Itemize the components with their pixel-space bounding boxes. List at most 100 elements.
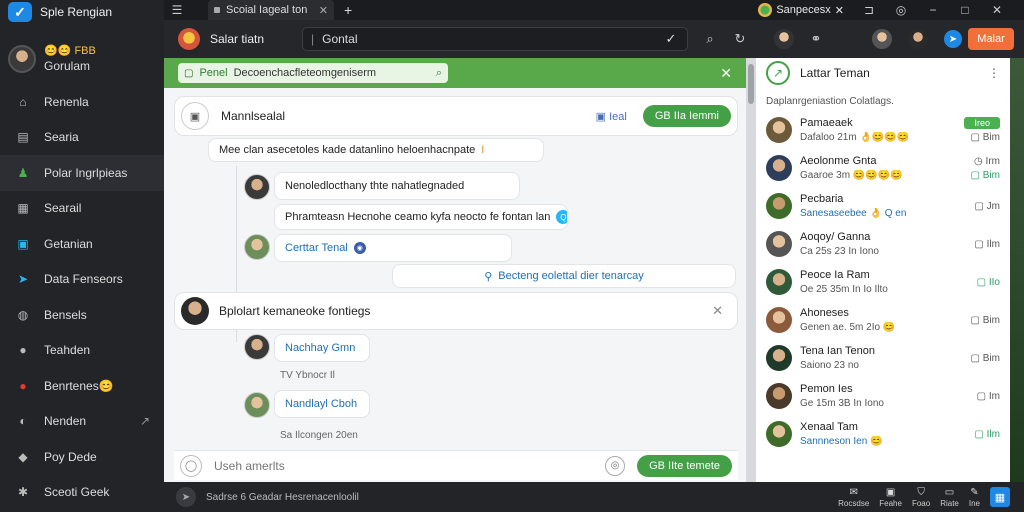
status-item[interactable]: ▣ Feahe bbox=[879, 487, 902, 508]
message-bubble[interactable]: Phramteasn Hecnohe ceamo kyfa neocto fe … bbox=[274, 204, 568, 230]
app-title: Sple Rengian bbox=[40, 5, 113, 19]
avatar[interactable] bbox=[766, 231, 792, 257]
message-bubble[interactable]: Mee clan asecetoles kade datanlino heloe… bbox=[208, 138, 544, 162]
search-icon[interactable]: ⌕ bbox=[702, 31, 718, 47]
avatar[interactable] bbox=[766, 421, 792, 447]
message-bubble[interactable]: Certtar Tenal ◉ bbox=[274, 234, 512, 262]
sidebar-item-nenden[interactable]: ◐ Nenden ↗ bbox=[0, 404, 164, 440]
search-input[interactable] bbox=[322, 32, 655, 46]
sidebar-item-benrtenes[interactable]: ● Benrtenes😊 bbox=[0, 368, 164, 404]
sidebar-item-searia[interactable]: ▤ Searia bbox=[0, 120, 164, 156]
status-item[interactable]: ✎ Ine bbox=[969, 487, 980, 508]
avatar[interactable] bbox=[244, 392, 270, 418]
list-item[interactable]: Aoqoy/ Ganna Ca 25s 23 In Iono ▢ Ilm bbox=[756, 225, 1010, 263]
avatar[interactable] bbox=[244, 234, 270, 260]
sidebar-item-sceoti-geek[interactable]: ✱ Sceoti Geek bbox=[0, 475, 164, 511]
github-icon[interactable]: ◎ bbox=[894, 3, 908, 17]
new-tab-icon[interactable]: + bbox=[344, 2, 352, 18]
list-item[interactable]: Aeolonme Gnta Gaaroe 3m 😊😊😊😊 ◷ Irm ▢ Bim bbox=[756, 149, 1010, 187]
list-item[interactable]: Pamaeaek Dafaloo 21m 👌😊😊😊 Ireo ▢ Bim bbox=[756, 111, 1010, 149]
user-avatar[interactable] bbox=[774, 29, 794, 49]
check-icon[interactable]: ✓ bbox=[663, 31, 679, 47]
list-item[interactable]: Pemon Ies Ge 15m 3B In Iono ▢ Im bbox=[756, 377, 1010, 415]
sidebar-toggle-icon[interactable]: ⊐ bbox=[862, 3, 876, 17]
close-window-icon[interactable]: ✕ bbox=[990, 3, 1004, 17]
maximize-icon[interactable]: □ bbox=[958, 3, 972, 17]
contact-name: Xenaal Tam bbox=[800, 421, 858, 433]
sidebar-item-renenla[interactable]: ⌂ Renenla bbox=[0, 84, 164, 120]
panel-header: ↗ Lattar Teman ⋮ bbox=[756, 58, 1010, 88]
list-item[interactable]: Ahoneses Genen ae. 5m 2Io 😊 ▢ Bim bbox=[756, 301, 1010, 339]
list-item[interactable]: Pecbaria Sanesaseebee 👌 Q en ▢ Jm bbox=[756, 187, 1010, 225]
avatar[interactable] bbox=[8, 44, 36, 73]
inbox-icon: ▭ bbox=[944, 486, 955, 498]
message-bubble[interactable]: Nenoledlocthany thte nahatlegnaded bbox=[274, 172, 520, 200]
send-button[interactable]: GB IIte temete bbox=[637, 454, 732, 477]
sidebar-item-searail[interactable]: ▦ Searail bbox=[0, 191, 164, 227]
group-avatar[interactable] bbox=[178, 28, 200, 50]
badge-icon: Q bbox=[556, 210, 567, 224]
list-item[interactable]: Xenaal Tam Sannneson Ien 😊 ▢ Ilm bbox=[756, 415, 1010, 453]
upgrade-button[interactable]: Malar bbox=[968, 28, 1014, 50]
message-text: Mee clan asecetoles kade datanlino heloe… bbox=[219, 144, 476, 156]
account-chip[interactable]: Sanpecesx ✕ bbox=[758, 3, 844, 17]
emoji-icon[interactable]: ◎ bbox=[605, 455, 626, 476]
close-tab-icon[interactable]: ✕ bbox=[319, 4, 328, 17]
profile-status: 😊😊 FBB bbox=[44, 45, 96, 57]
reply-bubble[interactable]: Nandlayl Cboh bbox=[274, 390, 370, 418]
avatar[interactable] bbox=[181, 297, 209, 325]
contact-sub: Ge 15m 3B In Iono bbox=[800, 398, 884, 409]
sidebar-item-poy-dede[interactable]: ◆ Poy Dede bbox=[0, 439, 164, 475]
sidebar-item-polar[interactable]: ♟ Polar Ingrlpieas bbox=[0, 155, 164, 191]
chip-close-icon[interactable]: ✕ bbox=[835, 4, 844, 17]
contact-stat: ▢ Bim bbox=[970, 352, 1000, 364]
share-icon[interactable]: ➤ bbox=[944, 30, 962, 48]
thread-card-title: Bplolart kemaneoke fontiegs bbox=[219, 304, 371, 318]
contact-stat-value: Bim bbox=[982, 314, 1000, 326]
search-icon[interactable]: ⌕ bbox=[436, 67, 442, 80]
attach-icon[interactable]: ◯ bbox=[180, 454, 202, 477]
join-button[interactable]: GB IIa Iemmi bbox=[642, 105, 731, 127]
refresh-icon[interactable]: ↻ bbox=[732, 31, 748, 47]
sidebar-item-teahden[interactable]: ● Teahden bbox=[0, 333, 164, 369]
avatar[interactable] bbox=[766, 193, 792, 219]
sidebar-item-getanian[interactable]: ▣ Getanian bbox=[0, 226, 164, 262]
tab-active[interactable]: Scoial Iageal ton ✕ bbox=[208, 0, 334, 20]
minimize-icon[interactable]: − bbox=[926, 3, 940, 17]
menu-icon[interactable]: ☰ bbox=[164, 3, 190, 17]
send-icon[interactable]: ➤ bbox=[176, 487, 196, 507]
search-box[interactable]: | ✓ bbox=[302, 27, 688, 51]
profile-card[interactable]: 😊😊 FBB Gorulam bbox=[8, 44, 96, 73]
link-icon[interactable]: ⚭ bbox=[808, 31, 824, 47]
contact-avatar-1[interactable] bbox=[872, 29, 892, 49]
avatar[interactable] bbox=[766, 307, 792, 333]
avatar[interactable] bbox=[244, 174, 270, 200]
close-banner-icon[interactable]: ✕ bbox=[720, 65, 732, 82]
scroll-thumb[interactable] bbox=[748, 64, 754, 104]
sidebar-item-bensels[interactable]: ◍ Bensels bbox=[0, 297, 164, 333]
close-icon[interactable]: ✕ bbox=[712, 303, 723, 319]
grid-icon: ▦ bbox=[17, 201, 29, 216]
avatar[interactable] bbox=[766, 383, 792, 409]
more-icon[interactable]: ⋮ bbox=[988, 66, 1000, 80]
avatar[interactable] bbox=[766, 345, 792, 371]
feed-icon: ▤ bbox=[17, 130, 29, 145]
status-item[interactable]: ✉ Rocsdse bbox=[838, 487, 869, 508]
banner-pill[interactable]: ▢ Penel Decoenchacfleteomgeniserm ⌕ bbox=[178, 63, 448, 83]
status-item[interactable]: ▭ Riate bbox=[940, 487, 959, 508]
reply-bubble[interactable]: Nachhay Gmn bbox=[274, 334, 370, 362]
message-input[interactable] bbox=[214, 458, 606, 473]
avatar[interactable] bbox=[766, 155, 792, 181]
scrollbar[interactable] bbox=[746, 58, 756, 482]
sidebar-item-data-fenseors[interactable]: ➤ Data Fenseors bbox=[0, 262, 164, 298]
avatar[interactable] bbox=[244, 334, 270, 360]
list-item[interactable]: Peoce Ia Ram Oe 25 35m In Io Ilto ▢ IIo bbox=[756, 263, 1010, 301]
grid-view-icon[interactable]: ▦ bbox=[990, 487, 1010, 507]
system-message[interactable]: ⚲ Becteng eolettal dier tenarcay bbox=[392, 264, 736, 288]
contact-avatar-2[interactable] bbox=[908, 29, 928, 49]
avatar[interactable] bbox=[766, 117, 792, 143]
list-item[interactable]: Tena Ian Tenon Saiono 23 no ▢ Bim bbox=[756, 339, 1010, 377]
panel-subtitle: Daplanrgeniastion Colatlags. bbox=[766, 96, 894, 107]
status-item[interactable]: ⛉ Foao bbox=[912, 487, 930, 508]
avatar[interactable] bbox=[766, 269, 792, 295]
